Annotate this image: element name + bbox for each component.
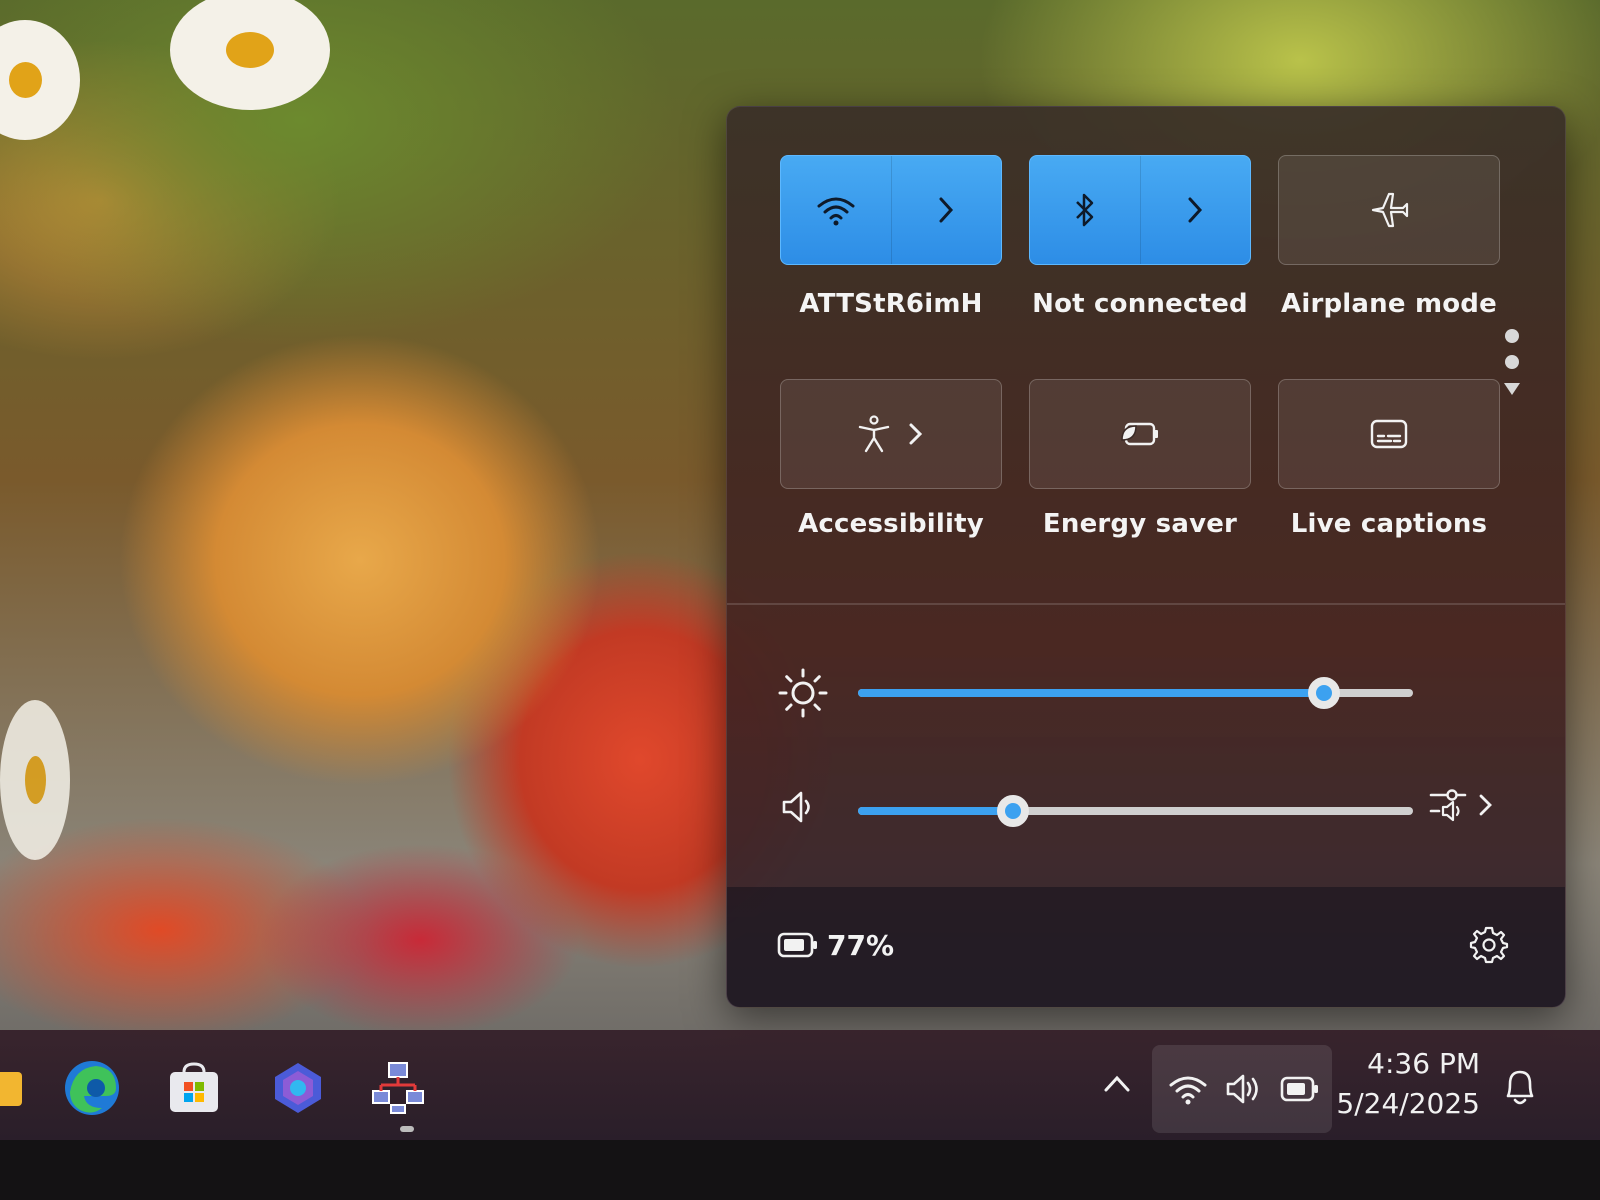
panel-divider [727,603,1565,605]
accessibility-label: Accessibility [798,509,984,539]
energy-saver-tile[interactable] [1029,379,1251,489]
wifi-tile[interactable] [780,155,1002,265]
page-dot[interactable] [1505,355,1519,369]
network-app-button[interactable] [368,1058,428,1118]
airplane-icon [1371,192,1409,228]
wifi-toggle[interactable] [781,156,891,264]
leaf-shape [0,700,70,860]
system-tray-quick-settings-button[interactable] [1152,1045,1332,1133]
edge-icon [65,1061,119,1115]
live-captions-tile[interactable] [1278,379,1500,489]
page-dot[interactable] [1505,329,1519,343]
airplane-mode-tile[interactable] [1278,155,1500,265]
bluetooth-chevron-button[interactable] [1139,156,1251,264]
audio-output-button[interactable] [1427,783,1507,827]
accessibility-icon [858,415,890,453]
wifi-icon [1169,1076,1207,1105]
bluetooth-tile-label: Not connected [1032,289,1248,319]
live-captions-icon [1370,419,1408,449]
chevron-up-icon[interactable] [1102,1072,1132,1094]
airplane-mode-label: Airplane mode [1281,289,1497,319]
file-explorer-button[interactable] [0,1058,30,1118]
bluetooth-toggle[interactable] [1030,156,1140,264]
volume-slider-thumb[interactable] [997,795,1030,827]
speaker-icon[interactable] [779,787,819,827]
gear-icon[interactable] [1469,925,1509,965]
battery-icon [1280,1076,1318,1102]
chevron-right-icon [1479,794,1492,816]
brightness-icon [778,668,828,718]
quick-settings-footer: 77% [727,887,1565,1007]
edge-button[interactable] [62,1058,122,1118]
chevron-right-icon [909,423,923,445]
wifi-tile-label: ATTStR6imH [799,289,983,319]
quick-settings-panel: ATTStR6imH Not connected Airplane mode A… [726,106,1566,1008]
wifi-chevron-button[interactable] [890,156,1002,264]
live-captions-label: Live captions [1290,509,1488,539]
chevron-right-icon [939,197,954,223]
clock-time: 4:36 PM [1367,1047,1480,1080]
bluetooth-tile[interactable] [1029,155,1251,265]
battery-percentage[interactable]: 77% [827,929,894,962]
copilot-button[interactable] [268,1058,328,1118]
accessibility-tile[interactable] [780,379,1002,489]
network-app-icon [372,1062,424,1114]
clock-date: 5/24/2025 [1336,1087,1480,1120]
daisy-flower [170,0,330,110]
page-indicator[interactable] [1502,329,1522,419]
clock-button[interactable]: 4:36 PM 5/24/2025 [1330,1044,1480,1124]
chevron-right-icon [1188,197,1203,223]
wifi-icon [817,197,855,226]
volume-slider[interactable] [858,795,1413,827]
taskbar: 4:36 PM 5/24/2025 [0,1030,1600,1140]
volume-slider-fill [858,807,1014,815]
file-explorer-icon [0,1072,22,1106]
bluetooth-icon [1075,193,1093,227]
store-icon [170,1062,218,1112]
energy-saver-icon [1121,422,1158,446]
energy-saver-label: Energy saver [1042,509,1238,539]
copilot-icon [275,1063,321,1113]
monitor-bezel [0,1140,1600,1200]
brightness-slider-fill [858,689,1325,697]
brightness-slider-thumb[interactable] [1308,677,1341,709]
audio-mixer-icon [1429,789,1467,822]
active-app-indicator [400,1126,414,1132]
brightness-slider[interactable] [858,677,1413,709]
battery-icon[interactable] [777,931,819,959]
speaker-icon [1226,1074,1258,1104]
chevron-down-icon[interactable] [1502,381,1522,397]
daisy-flower [0,20,80,140]
bell-icon[interactable] [1500,1064,1540,1108]
store-button[interactable] [164,1058,224,1118]
